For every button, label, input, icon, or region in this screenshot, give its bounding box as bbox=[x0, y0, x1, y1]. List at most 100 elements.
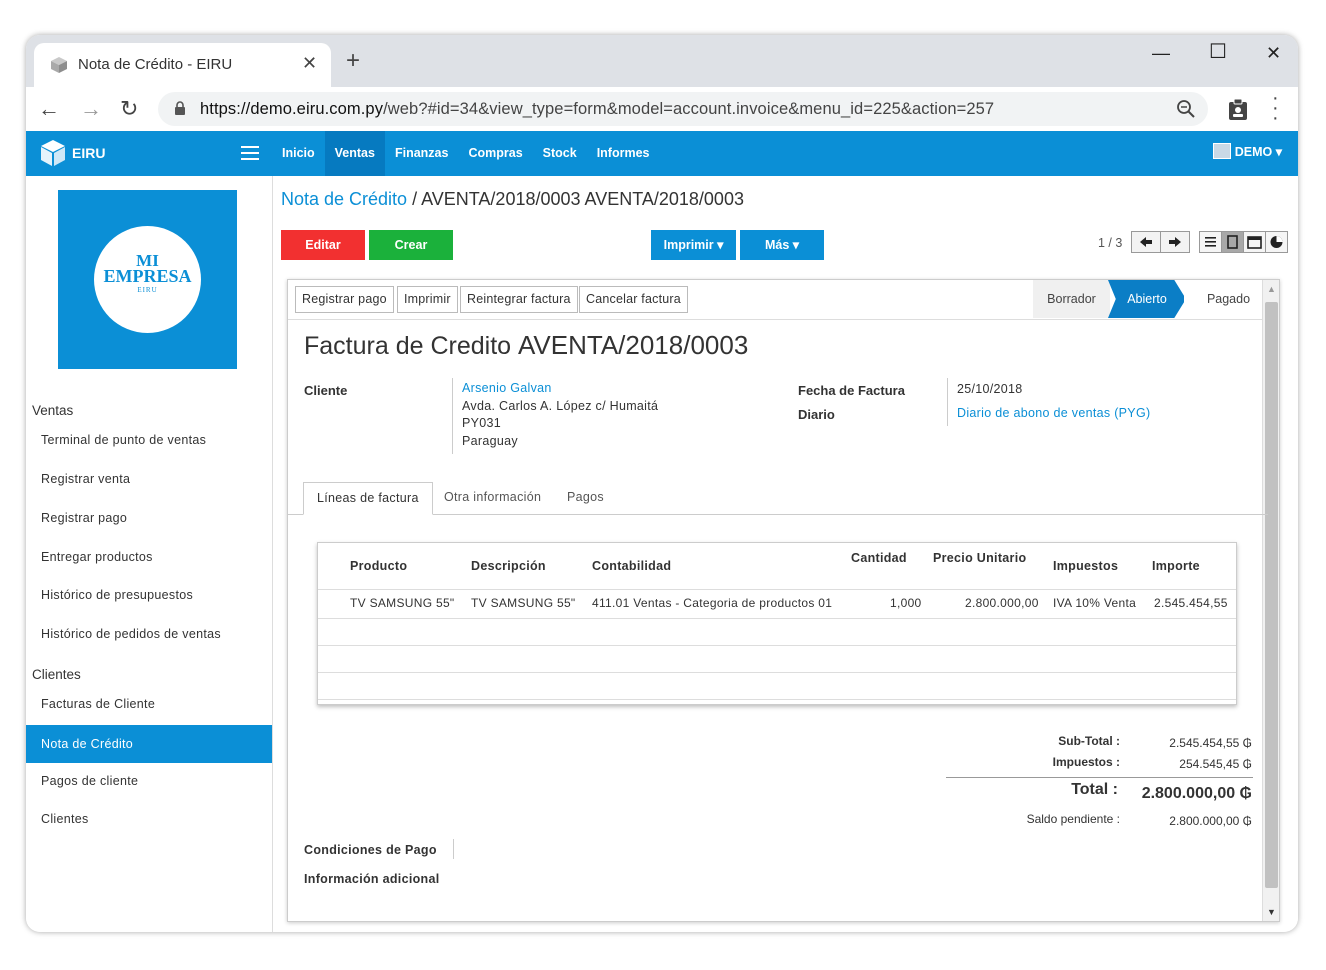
back-arrow-icon[interactable]: ← bbox=[38, 96, 60, 122]
sidebar-item-entregar-productos[interactable]: Entregar productos bbox=[26, 538, 272, 576]
zoom-icon[interactable] bbox=[1176, 99, 1196, 119]
menu-ventas[interactable]: Ventas bbox=[324, 131, 385, 176]
tab-payments[interactable]: Pagos bbox=[554, 482, 617, 515]
sidebar-item-registrar-venta[interactable]: Registrar venta bbox=[26, 460, 272, 498]
total-value: 2.800.000,00 ₲ bbox=[1141, 785, 1252, 802]
maximize-icon[interactable]: ☐ bbox=[1209, 39, 1227, 64]
journal-value[interactable]: Diario de abono de ventas (PYG) bbox=[957, 405, 1150, 423]
subtotal-label: Sub-Total : bbox=[1058, 734, 1120, 748]
column-header[interactable]: Cantidad bbox=[851, 551, 907, 565]
breadcrumb: Nota de Crédito / AVENTA/2018/0003 AVENT… bbox=[281, 189, 744, 210]
breadcrumb-link[interactable]: Nota de Crédito bbox=[281, 189, 407, 209]
column-header[interactable]: Precio Unitario bbox=[933, 551, 1026, 565]
line-description[interactable]: TV SAMSUNG 55" bbox=[471, 596, 575, 610]
browser-tab[interactable]: Nota de Crédito - EIRU ✕ bbox=[34, 43, 331, 87]
sidebar-section-ventas: Ventas bbox=[32, 403, 74, 418]
payment-terms-label: Condiciones de Pago bbox=[304, 843, 437, 857]
tab-bar: Nota de Crédito - EIRU ✕ + — ☐ ✕ bbox=[26, 35, 1298, 87]
line-account[interactable]: 411.01 Ventas - Categoria de productos 0… bbox=[592, 596, 832, 610]
customer-name[interactable]: Arsenio Galvan bbox=[462, 380, 552, 398]
list-view-button[interactable] bbox=[1199, 231, 1222, 253]
stage-borrador[interactable]: Borrador bbox=[1033, 280, 1110, 318]
menu-inicio[interactable]: Inicio bbox=[272, 131, 325, 176]
customer-address-line: Paraguay bbox=[462, 434, 518, 448]
tab-other-info[interactable]: Otra información bbox=[431, 482, 554, 515]
menu-compras[interactable]: Compras bbox=[458, 131, 532, 176]
menu-stock[interactable]: Stock bbox=[533, 131, 587, 176]
total-label: Total : bbox=[1071, 781, 1118, 798]
app-navbar: EIRU Inicio Ventas Finanzas Compras Stoc… bbox=[26, 131, 1298, 176]
column-header[interactable]: Contabilidad bbox=[592, 559, 671, 573]
line-product[interactable]: TV SAMSUNG 55" bbox=[350, 596, 454, 610]
sidebar-item-historico-pedidos[interactable]: Histórico de pedidos de ventas bbox=[26, 615, 272, 653]
cancel-invoice-button[interactable]: Cancelar factura bbox=[579, 286, 688, 313]
url-input[interactable]: https://demo.eiru.com.py/web?#id=34&view… bbox=[158, 92, 1208, 126]
sidebar-item-clientes[interactable]: Clientes bbox=[26, 800, 272, 838]
pager-next-button[interactable] bbox=[1160, 231, 1190, 253]
subtotal-value: 2.545.454,55 ₲ bbox=[1169, 736, 1252, 750]
balance-due-value: 2.800.000,00 ₲ bbox=[1169, 814, 1252, 828]
logo-text-empresa: EMPRESA bbox=[103, 266, 192, 286]
line-quantity[interactable]: 1,000 bbox=[890, 596, 922, 610]
field-separator bbox=[452, 378, 453, 454]
new-tab-button[interactable]: + bbox=[346, 49, 360, 73]
line-taxes[interactable]: IVA 10% Venta bbox=[1053, 596, 1136, 610]
scroll-up-icon[interactable]: ▲ bbox=[1267, 284, 1276, 294]
form-statusbar: Registrar pago Imprimir Reintegrar factu… bbox=[288, 280, 1279, 320]
company-logo: MI EMPRESA EIRU bbox=[58, 190, 237, 369]
column-header[interactable]: Impuestos bbox=[1053, 559, 1118, 573]
tab-invoice-lines[interactable]: Líneas de factura bbox=[303, 482, 433, 515]
sidebar-item-registrar-pago[interactable]: Registrar pago bbox=[26, 499, 272, 537]
extension-clipboard-icon[interactable] bbox=[1228, 99, 1248, 121]
journal-label: Diario bbox=[798, 407, 835, 422]
company-logo-circle: MI EMPRESA EIRU bbox=[94, 226, 201, 333]
scrollbar[interactable]: ▲ ▼ bbox=[1262, 280, 1279, 921]
pager-previous-button[interactable] bbox=[1131, 231, 1161, 253]
print-invoice-button[interactable]: Imprimir bbox=[397, 286, 458, 313]
minimize-icon[interactable]: — bbox=[1152, 43, 1170, 64]
line-amount[interactable]: 2.545.454,55 bbox=[1154, 596, 1228, 610]
menu-informes[interactable]: Informes bbox=[587, 131, 660, 176]
sidebar-item-nota-credito[interactable]: Nota de Crédito bbox=[26, 725, 272, 763]
line-unit-price[interactable]: 2.800.000,00 bbox=[965, 596, 1039, 610]
forward-arrow-icon[interactable]: → bbox=[80, 96, 102, 122]
graph-view-button[interactable] bbox=[1265, 231, 1288, 253]
main-menu: Inicio Ventas Finanzas Compras Stock Inf… bbox=[272, 131, 660, 176]
customer-address-line: Avda. Carlos A. López c/ Humaitá bbox=[462, 399, 659, 413]
table-row-divider bbox=[318, 672, 1236, 673]
create-button[interactable]: Crear bbox=[369, 230, 453, 260]
scroll-down-icon[interactable]: ▼ bbox=[1267, 907, 1276, 917]
stage-pagado[interactable]: Pagado bbox=[1184, 280, 1273, 318]
sidebar-item-terminal[interactable]: Terminal de punto de ventas bbox=[26, 421, 272, 459]
sidebar-item-historico-presupuestos[interactable]: Histórico de presupuestos bbox=[26, 576, 272, 614]
menu-finanzas[interactable]: Finanzas bbox=[385, 131, 459, 176]
refund-invoice-button[interactable]: Reintegrar factura bbox=[460, 286, 578, 313]
scroll-thumb[interactable] bbox=[1265, 302, 1278, 888]
form-view-button[interactable] bbox=[1221, 231, 1244, 253]
arrow-right-icon bbox=[1169, 237, 1181, 247]
column-header[interactable]: Descripción bbox=[471, 559, 546, 573]
customer-address-line: PY031 bbox=[462, 416, 502, 430]
register-payment-button[interactable]: Registrar pago bbox=[295, 286, 394, 313]
user-menu[interactable]: DEMO ▾ bbox=[1212, 143, 1282, 159]
print-button[interactable]: Imprimir ▾ bbox=[651, 230, 736, 260]
column-header[interactable]: Producto bbox=[350, 559, 407, 573]
sidebar-section-clientes: Clientes bbox=[32, 667, 81, 682]
window-close-icon[interactable]: ✕ bbox=[1266, 43, 1281, 64]
calendar-icon bbox=[1247, 236, 1262, 249]
hamburger-menu-icon[interactable] bbox=[241, 146, 259, 160]
column-header[interactable]: Importe bbox=[1152, 559, 1200, 573]
more-button[interactable]: Más ▾ bbox=[740, 230, 824, 260]
stage-abierto[interactable]: Abierto bbox=[1108, 280, 1186, 318]
sidebar-item-facturas-cliente[interactable]: Facturas de Cliente bbox=[26, 685, 272, 723]
reload-icon[interactable]: ↻ bbox=[120, 96, 138, 122]
browser-menu-icon[interactable]: · · · bbox=[1272, 88, 1279, 128]
edit-button[interactable]: Editar bbox=[281, 230, 365, 260]
calendar-view-button[interactable] bbox=[1243, 231, 1266, 253]
invoice-date-label: Fecha de Factura bbox=[798, 383, 905, 398]
eiru-logo-icon bbox=[41, 140, 65, 166]
sidebar-item-pagos-cliente[interactable]: Pagos de cliente bbox=[26, 762, 272, 800]
browser-window: Nota de Crédito - EIRU ✕ + — ☐ ✕ ← → ↻ h… bbox=[26, 35, 1298, 932]
tab-close-icon[interactable]: ✕ bbox=[302, 53, 317, 74]
sidebar: MI EMPRESA EIRU Ventas Terminal de punto… bbox=[26, 176, 273, 932]
